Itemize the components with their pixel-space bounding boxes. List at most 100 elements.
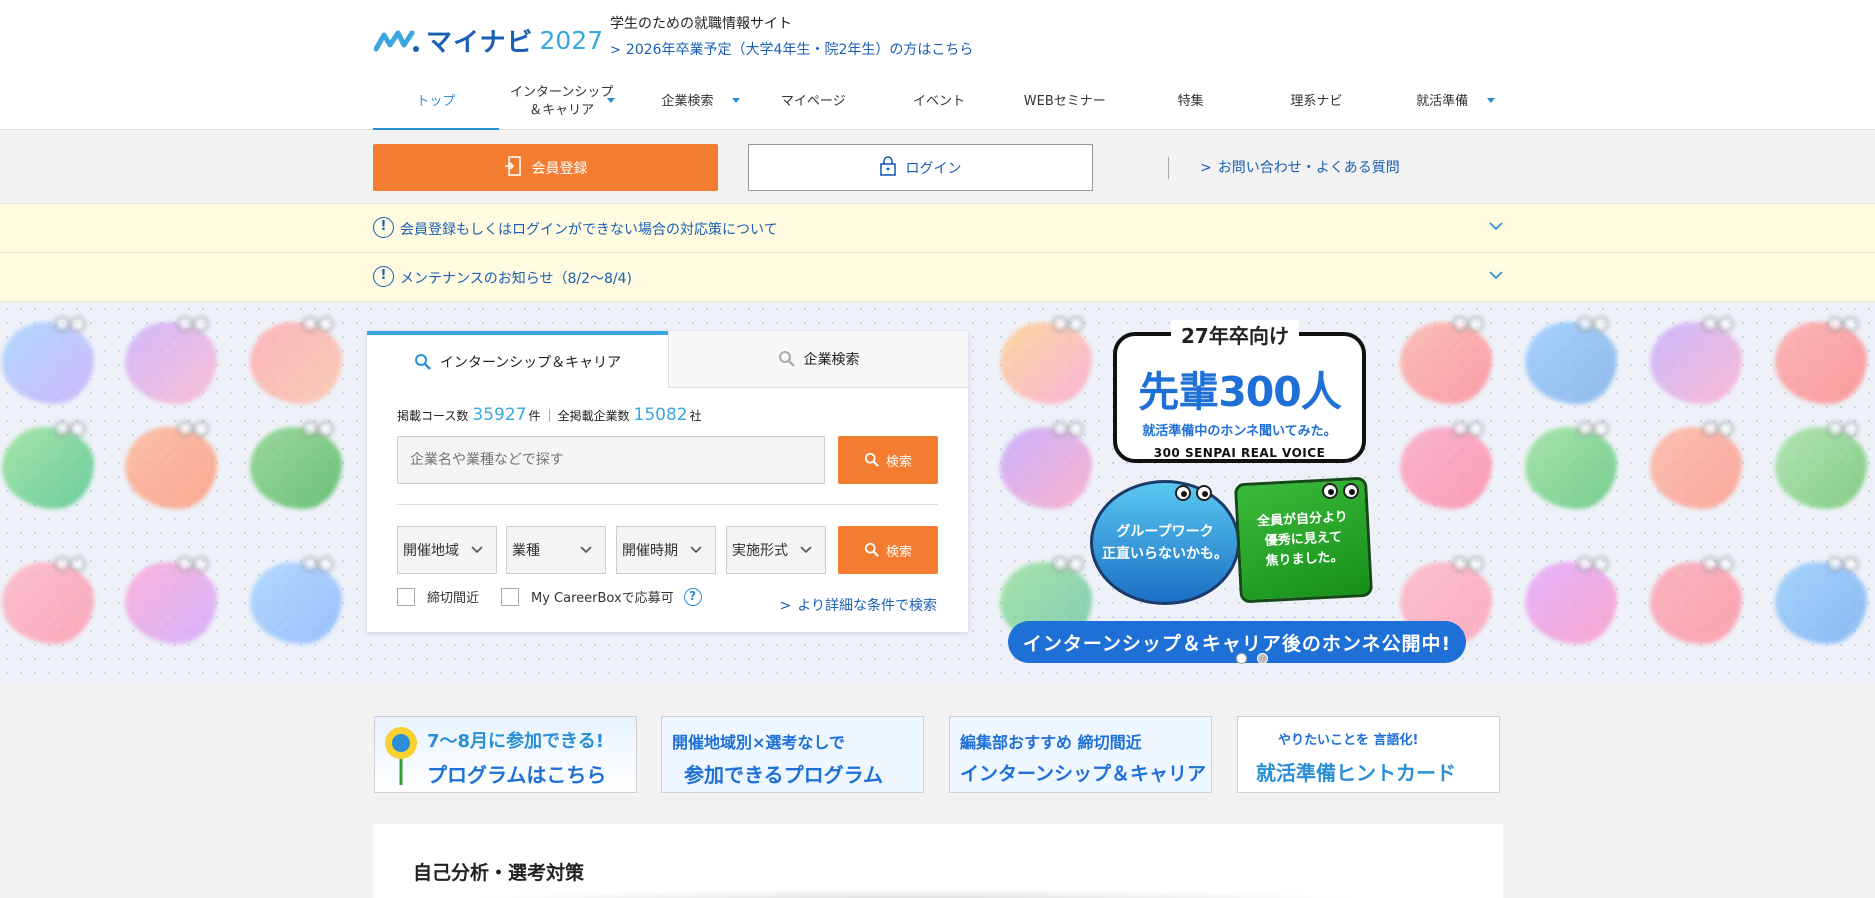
account-bar: 会員登録 ログイン > お問い合わせ・よくある質問 bbox=[0, 130, 1875, 204]
exclamation-icon: ! bbox=[373, 217, 394, 238]
prev-year-link[interactable]: >2026年卒業予定（大学4年生・院2年生）の方はこちら bbox=[610, 39, 973, 59]
sunflower-icon bbox=[385, 727, 417, 785]
chevron-down-icon bbox=[800, 546, 812, 554]
keyword-search-button[interactable]: 検索 bbox=[838, 436, 938, 484]
checkbox-label: My CareerBoxで応募可 bbox=[531, 591, 674, 606]
keyword-search-input[interactable] bbox=[397, 436, 825, 484]
notice-login-help[interactable]: ! 会員登録もしくはログインができない場合の対応策について bbox=[0, 204, 1875, 253]
divider bbox=[1168, 157, 1169, 179]
section-title: 自己分析・選考対策 bbox=[413, 862, 585, 884]
chevron-down-icon bbox=[690, 546, 702, 554]
tab-label: 企業検索 bbox=[803, 352, 860, 368]
banner-card: 先輩300人 就活準備中のホンネ聞いてみた。 300 SENPAI REAL V… bbox=[1113, 332, 1366, 463]
nav-item-web-seminar[interactable]: WEBセミナー bbox=[1002, 74, 1128, 130]
careerbox-checkbox[interactable]: My CareerBoxで応募可 ? bbox=[501, 587, 702, 606]
filter-format-select[interactable]: 実施形式 bbox=[726, 526, 826, 574]
promo-line2: 参加できるプログラム bbox=[684, 763, 883, 787]
search-icon bbox=[414, 353, 431, 370]
chevron-right-icon: > bbox=[610, 43, 621, 58]
company-count-unit: 社 bbox=[689, 409, 702, 423]
tab-label: インターンシップ＆キャリア bbox=[439, 354, 622, 371]
banner-top-label: 27年卒向け bbox=[1171, 320, 1299, 349]
logo-text: マイナビ bbox=[426, 28, 534, 58]
course-count: 35927 bbox=[472, 405, 527, 425]
faq-link[interactable]: > お問い合わせ・よくある質問 bbox=[1200, 157, 1400, 177]
exclamation-icon: ! bbox=[373, 266, 394, 287]
background-bubble bbox=[2, 316, 94, 404]
nav-item-internship[interactable]: インターンシップ ＆キャリア bbox=[499, 74, 625, 130]
chevron-right-icon: > bbox=[1200, 160, 1212, 176]
filter-search-button[interactable]: 検索 bbox=[838, 526, 938, 574]
banner-subline: 就活準備中のホンネ聞いてみた。 bbox=[1142, 424, 1337, 439]
search-button-label: 検索 bbox=[885, 544, 912, 560]
nav-item-event[interactable]: イベント bbox=[876, 74, 1002, 130]
nav-item-label: 企業検索 bbox=[661, 94, 714, 109]
caret-down-icon bbox=[606, 98, 615, 103]
background-bubble bbox=[1775, 421, 1867, 509]
prev-year-link-label: 2026年卒業予定（大学4年生・院2年生）の方はこちら bbox=[625, 42, 974, 58]
filter-region-select[interactable]: 開催地域 bbox=[397, 526, 497, 574]
nav-item-rikei[interactable]: 理系ナビ bbox=[1253, 74, 1379, 130]
eye-icon bbox=[1343, 483, 1359, 499]
promo-banner-no-selection[interactable]: 開催地域別×選考なしで 参加できるプログラム bbox=[661, 716, 924, 793]
course-count-label: 掲載コース数 bbox=[397, 409, 469, 423]
eye-icon bbox=[1322, 483, 1338, 499]
background-bubble bbox=[125, 556, 217, 644]
filter-industry-select[interactable]: 業種 bbox=[506, 526, 606, 574]
help-icon[interactable]: ? bbox=[683, 587, 702, 606]
nav-item-label: 理系ナビ bbox=[1290, 94, 1343, 109]
filter-label: 業種 bbox=[512, 543, 540, 559]
caret-down-icon bbox=[732, 98, 741, 103]
logo[interactable]: マイナビ 2027 bbox=[374, 22, 603, 59]
background-bubble bbox=[1650, 421, 1742, 509]
filter-label: 実施形式 bbox=[732, 543, 788, 559]
listing-counts: 掲載コース数 35927 件 全掲載企業数 15082 社 bbox=[397, 405, 702, 425]
notice-maintenance[interactable]: ! メンテナンスのお知らせ（8/2〜8/4) bbox=[0, 253, 1875, 302]
nav-item-preparation[interactable]: 就活準備 bbox=[1379, 74, 1505, 130]
login-button[interactable]: ログイン bbox=[748, 144, 1093, 191]
nav-item-mypage[interactable]: マイページ bbox=[750, 74, 876, 130]
checkbox-box[interactable] bbox=[397, 587, 415, 606]
background-bubble bbox=[2, 556, 94, 644]
promo-line2: インターンシップ＆キャリア bbox=[960, 763, 1207, 785]
promo-banner-deadline[interactable]: 編集部おすすめ 締切間近 インターンシップ＆キャリア bbox=[949, 716, 1212, 793]
background-bubble bbox=[1525, 421, 1617, 509]
promo-banner-summer-programs[interactable]: 7〜8月に参加できる! プログラムはこちら bbox=[374, 716, 637, 793]
promo-banner-hint-card[interactable]: やりたいことを 言語化! 就活準備ヒントカード bbox=[1237, 716, 1500, 793]
nav-item-company-search[interactable]: 企業検索 bbox=[625, 74, 751, 130]
background-bubble bbox=[2, 421, 94, 509]
notice-text: メンテナンスのお知らせ（8/2〜8/4) bbox=[400, 271, 632, 287]
tab-company-search[interactable]: 企業検索 bbox=[668, 331, 968, 388]
divider bbox=[548, 408, 550, 422]
nav-item-label: イベント bbox=[913, 94, 966, 109]
background-bubble bbox=[125, 421, 217, 509]
hero-banner[interactable]: 先輩300人 就活準備中のホンネ聞いてみた。 300 SENPAI REAL V… bbox=[990, 320, 1490, 670]
background-bubble bbox=[1525, 316, 1617, 404]
nav-item-label: インターンシップ ＆キャリア bbox=[509, 85, 614, 118]
company-count: 15082 bbox=[633, 405, 688, 425]
carousel-dot[interactable] bbox=[1236, 653, 1247, 664]
company-count-label: 全掲載企業数 bbox=[557, 409, 630, 423]
nav-item-feature[interactable]: 特集 bbox=[1128, 74, 1254, 130]
background-bubble bbox=[250, 316, 342, 404]
bubble-text: 焦りました。 bbox=[1265, 549, 1344, 570]
search-panel: インターンシップ＆キャリア 企業検索 掲載コース数 35927 件 全掲載企業数… bbox=[367, 331, 968, 632]
promo-line2: プログラムはこちら bbox=[427, 763, 607, 787]
register-button[interactable]: 会員登録 bbox=[373, 144, 718, 191]
advanced-search-link[interactable]: > より詳細な条件で検索 bbox=[780, 595, 937, 615]
caret-down-icon bbox=[1487, 98, 1496, 103]
filter-period-select[interactable]: 開催時期 bbox=[616, 526, 716, 574]
deadline-checkbox[interactable]: 締切間近 bbox=[397, 587, 479, 606]
background-bubble bbox=[1775, 556, 1867, 644]
nav-item-label: WEBセミナー bbox=[1023, 94, 1106, 109]
background-bubble bbox=[1525, 556, 1617, 644]
eye-icon bbox=[1196, 485, 1212, 501]
nav-item-top[interactable]: トップ bbox=[373, 74, 499, 131]
tab-internship-search[interactable]: インターンシップ＆キャリア bbox=[367, 331, 668, 388]
section-shadow bbox=[463, 889, 1363, 898]
login-button-label: ログイン bbox=[905, 160, 962, 177]
checkbox-box[interactable] bbox=[501, 587, 519, 606]
site-tagline: 学生のための就職情報サイト bbox=[610, 16, 792, 32]
background-bubble bbox=[1650, 556, 1742, 644]
carousel-dot[interactable] bbox=[1257, 653, 1268, 664]
